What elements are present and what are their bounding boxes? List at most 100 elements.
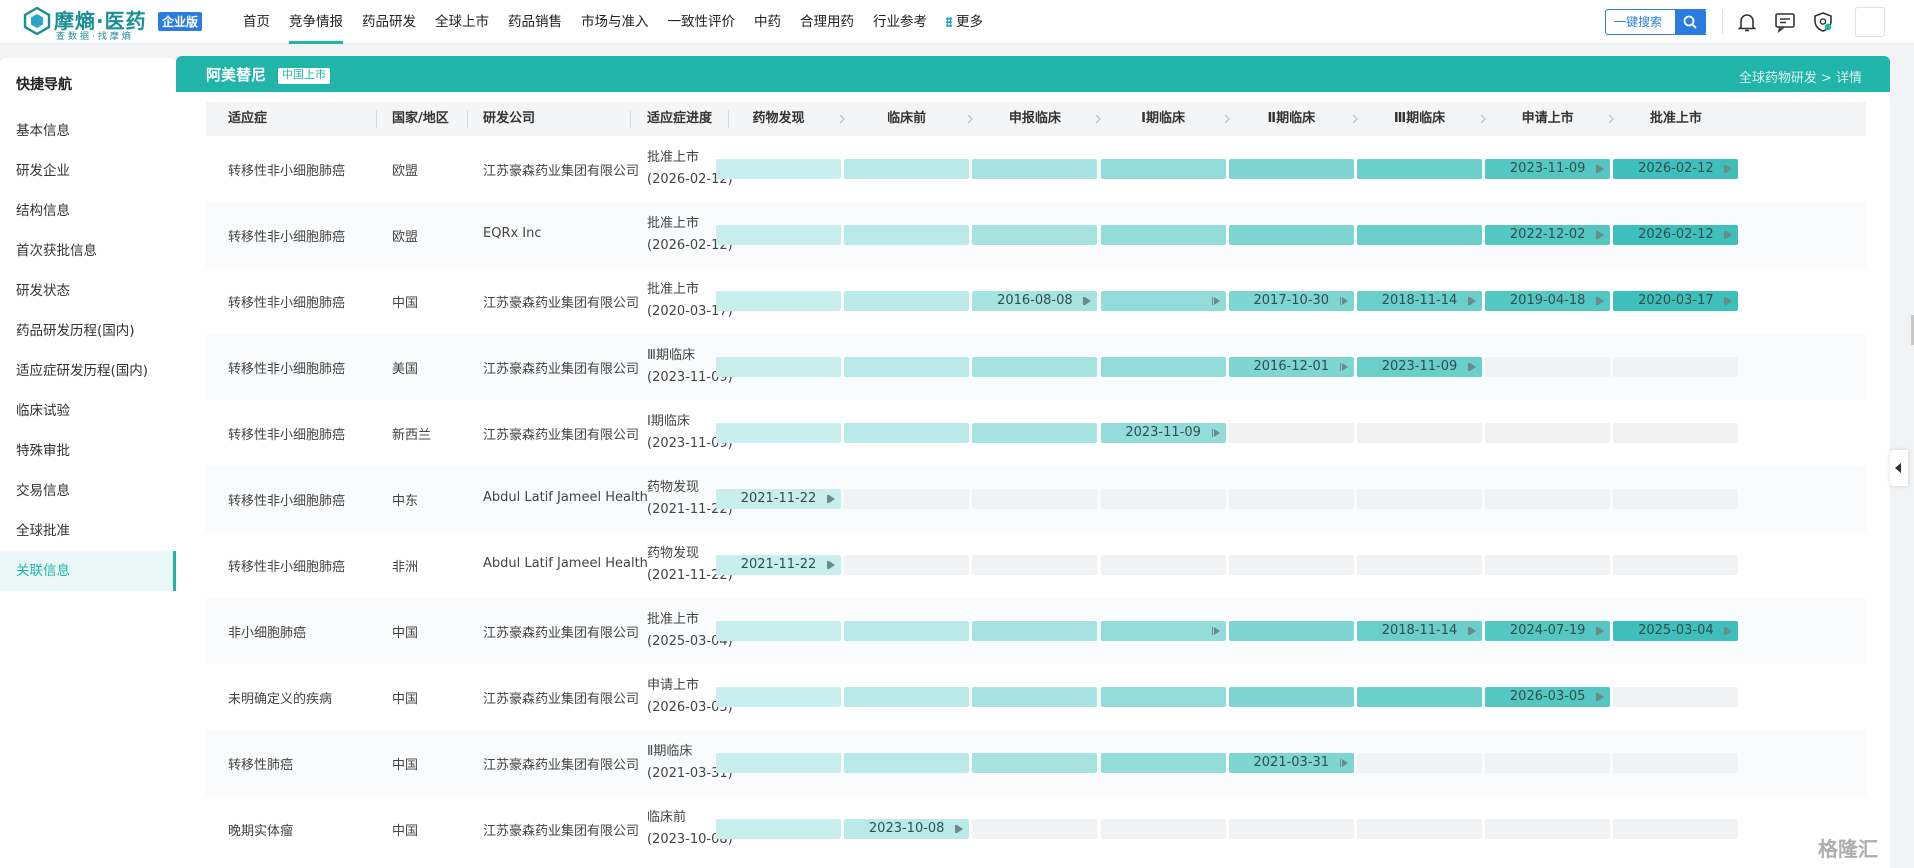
- sidebar-item-10[interactable]: 全球批准: [0, 511, 176, 551]
- stage-bar-4[interactable]: [1228, 225, 1354, 245]
- stage-bar-4[interactable]: 2016-12-01: [1228, 357, 1354, 377]
- stage-bar-4[interactable]: 2021-03-31: [1228, 753, 1354, 773]
- stage-bar-0[interactable]: [716, 819, 841, 839]
- bell-icon[interactable]: [1735, 10, 1759, 34]
- breadcrumb[interactable]: 全球药物研发 > 详情: [1739, 67, 1862, 86]
- stage-bar-7[interactable]: 2020-03-17: [1613, 291, 1739, 311]
- nav-item-8[interactable]: 合理用药: [800, 0, 854, 44]
- nav-item-9[interactable]: 行业参考: [873, 0, 927, 44]
- stage-bar-4[interactable]: [1228, 159, 1354, 179]
- message-icon[interactable]: [1773, 10, 1797, 34]
- stage-bar-4[interactable]: [1228, 687, 1354, 707]
- stage-bar-1[interactable]: [844, 753, 970, 773]
- stage-bar-6[interactable]: 2019-04-18: [1485, 291, 1611, 311]
- stage-bar-0[interactable]: [716, 357, 841, 377]
- shield-icon[interactable]: [1811, 10, 1835, 34]
- stage-bar-1[interactable]: [844, 159, 970, 179]
- stage-bar-5[interactable]: [1357, 687, 1482, 707]
- stage-bar-1[interactable]: [844, 423, 970, 443]
- stage-bar-2[interactable]: [972, 753, 1098, 773]
- stage-bar-0[interactable]: [716, 423, 841, 443]
- nav-item-2[interactable]: 药品研发: [362, 0, 416, 44]
- stage-bar-3[interactable]: 2023-11-09: [1100, 423, 1226, 443]
- nav-item-5[interactable]: 市场与准入: [581, 0, 649, 44]
- sidebar-item-7[interactable]: 临床试验: [0, 391, 176, 431]
- sidebar-item-3[interactable]: 首次获批信息: [0, 231, 176, 271]
- stage-bar-3[interactable]: [1100, 753, 1226, 773]
- stage-bar-0[interactable]: 2021-11-22: [716, 489, 841, 509]
- sidebar-item-11[interactable]: 关联信息: [0, 551, 176, 591]
- stage-bar-5[interactable]: 2018-11-14: [1357, 291, 1482, 311]
- stage-bar-2[interactable]: [972, 423, 1098, 443]
- stage-bar-3[interactable]: [1100, 225, 1226, 245]
- stage-bar-1[interactable]: [844, 291, 970, 311]
- stage-bar-2[interactable]: [972, 225, 1098, 245]
- stage-bar-5[interactable]: [1357, 159, 1482, 179]
- table-row[interactable]: 未明确定义的疾病 中国 江苏豪森药业集团有限公司 申请上市 (2026-03-05) 20…: [206, 664, 1866, 730]
- table-row[interactable]: 转移性非小细胞肺癌 欧盟 江苏豪森药业集团有限公司 批准上市 (2026-02-12) 2…: [206, 136, 1866, 202]
- stage-bar-5[interactable]: 2023-11-09: [1357, 357, 1482, 377]
- stage-bar-4[interactable]: [1228, 621, 1354, 641]
- nav-item-1[interactable]: 竞争情报: [289, 0, 343, 44]
- stage-bar-6[interactable]: 2022-12-02: [1485, 225, 1611, 245]
- stage-bar-2[interactable]: 2016-08-08: [972, 291, 1098, 311]
- stage-bar-7[interactable]: 2026-02-12: [1613, 225, 1739, 245]
- stage-bar-6[interactable]: 2024-07-19: [1485, 621, 1611, 641]
- stage-bar-3[interactable]: [1100, 621, 1226, 641]
- stage-bar-0[interactable]: [716, 159, 841, 179]
- table-row[interactable]: 转移性非小细胞肺癌 新西兰 江苏豪森药业集团有限公司 Ⅰ期临床 (2023-11-09)…: [206, 400, 1866, 466]
- table-row[interactable]: 转移性非小细胞肺癌 非洲 Abdul Latif Jameel Health 药物发现…: [206, 532, 1866, 598]
- stage-bar-5[interactable]: 2018-11-14: [1357, 621, 1482, 641]
- stage-bar-1[interactable]: [844, 687, 970, 707]
- table-row[interactable]: 转移性非小细胞肺癌 美国 江苏豪森药业集团有限公司 Ⅲ期临床 (2023-11-09) 2…: [206, 334, 1866, 400]
- table-row[interactable]: 非小细胞肺癌 中国 江苏豪森药业集团有限公司 批准上市 (2025-03-04) 2018…: [206, 598, 1866, 664]
- nav-item-6[interactable]: 一致性评价: [668, 0, 736, 44]
- stage-bar-7[interactable]: 2026-02-12: [1613, 159, 1739, 179]
- nav-item-3[interactable]: 全球上市: [435, 0, 489, 44]
- nav-item-7[interactable]: 中药: [754, 0, 781, 44]
- table-row[interactable]: 转移性肺癌 中国 江苏豪森药业集团有限公司 Ⅱ期临床 (2021-03-31) 2021-…: [206, 730, 1866, 796]
- stage-bar-0[interactable]: [716, 753, 841, 773]
- stage-bar-3[interactable]: [1100, 687, 1226, 707]
- table-row[interactable]: 转移性非小细胞肺癌 中国 江苏豪森药业集团有限公司 批准上市 (2020-03-17) 2…: [206, 268, 1866, 334]
- stage-bar-3[interactable]: [1100, 291, 1226, 311]
- sidebar-item-8[interactable]: 特殊审批: [0, 431, 176, 471]
- stage-bar-0[interactable]: 2021-11-22: [716, 555, 841, 575]
- sidebar-item-9[interactable]: 交易信息: [0, 471, 176, 511]
- brand-logo[interactable]: 摩熵·医药 查数据·找摩熵 企业版: [22, 4, 204, 42]
- stage-bar-1[interactable]: [844, 357, 970, 377]
- stage-bar-2[interactable]: [972, 621, 1098, 641]
- nav-item-10[interactable]: 更多: [946, 0, 983, 44]
- stage-bar-0[interactable]: [716, 621, 841, 641]
- stage-bar-1[interactable]: 2023-10-08: [844, 819, 970, 839]
- panel-collapse-toggle[interactable]: [1890, 450, 1908, 486]
- stage-bar-6[interactable]: 2023-11-09: [1485, 159, 1611, 179]
- nav-item-0[interactable]: 首页: [243, 0, 270, 44]
- stage-bar-3[interactable]: [1100, 159, 1226, 179]
- stage-bar-1[interactable]: [844, 621, 970, 641]
- stage-bar-2[interactable]: [972, 357, 1098, 377]
- stage-bar-5[interactable]: [1357, 225, 1482, 245]
- sidebar-item-0[interactable]: 基本信息: [0, 111, 176, 151]
- stage-bar-7[interactable]: 2025-03-04: [1613, 621, 1739, 641]
- table-row[interactable]: 晚期实体瘤 中国 江苏豪森药业集团有限公司 临床前 (2023-10-08) 2023-1…: [206, 796, 1866, 862]
- stage-bar-0[interactable]: [716, 291, 841, 311]
- stage-bar-2[interactable]: [972, 159, 1098, 179]
- stage-bar-1[interactable]: [844, 225, 970, 245]
- stage-bar-0[interactable]: [716, 225, 841, 245]
- sidebar-item-2[interactable]: 结构信息: [0, 191, 176, 231]
- stage-bar-0[interactable]: [716, 687, 841, 707]
- stage-bar-3[interactable]: [1100, 357, 1226, 377]
- sidebar-item-4[interactable]: 研发状态: [0, 271, 176, 311]
- sidebar-item-6[interactable]: 适应症研发历程(国内): [0, 351, 176, 391]
- sidebar-item-1[interactable]: 研发企业: [0, 151, 176, 191]
- stage-bar-4[interactable]: 2017-10-30: [1228, 291, 1354, 311]
- stage-bar-6[interactable]: 2026-03-05: [1485, 687, 1611, 707]
- search-button[interactable]: [1675, 9, 1706, 35]
- table-row[interactable]: 转移性非小细胞肺癌 中东 Abdul Latif Jameel Health 药物发现…: [206, 466, 1866, 532]
- table-row[interactable]: 转移性非小细胞肺癌 欧盟 EQRx Inc 批准上市 (2026-02-12) 2022-…: [206, 202, 1866, 268]
- stage-bar-2[interactable]: [972, 687, 1098, 707]
- nav-item-4[interactable]: 药品销售: [508, 0, 562, 44]
- sidebar-item-5[interactable]: 药品研发历程(国内): [0, 311, 176, 351]
- avatar[interactable]: [1855, 7, 1885, 37]
